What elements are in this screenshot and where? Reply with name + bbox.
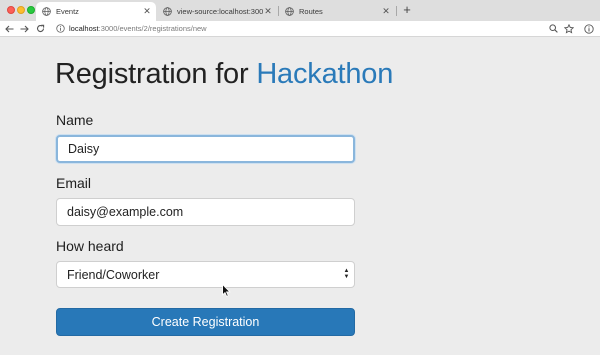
page-title: Registration for Hackathon: [55, 58, 393, 91]
bookmark-button[interactable]: [563, 22, 575, 35]
how-heard-label: How heard: [56, 238, 124, 254]
close-tab-icon[interactable]: ✕: [142, 6, 152, 17]
tab-eventz[interactable]: Eventz ✕: [36, 2, 156, 21]
globe-icon: [285, 7, 294, 16]
select-arrows-icon: ▲ ▼: [343, 268, 350, 280]
star-icon: [564, 23, 574, 34]
close-tab-icon[interactable]: ✕: [263, 6, 273, 17]
globe-icon: [42, 7, 51, 16]
page-content: Registration for Hackathon Name Email Ho…: [0, 38, 600, 355]
reload-button[interactable]: [34, 21, 46, 36]
arrow-right-icon: [20, 25, 29, 32]
arrow-left-icon: [4, 25, 13, 32]
browser-toolbar: localhost:3000/events/2/registrations/ne…: [0, 21, 600, 37]
how-heard-selected-value: Friend/Coworker: [67, 267, 160, 282]
mouse-cursor-icon: [222, 284, 231, 297]
close-window-button[interactable]: [7, 6, 15, 14]
tab-title: Routes: [299, 7, 323, 16]
back-button[interactable]: [3, 21, 15, 36]
close-tab-icon[interactable]: ✕: [381, 6, 391, 17]
tab-separator: [396, 6, 397, 16]
forward-button[interactable]: [18, 21, 30, 36]
tab-title: view-source:localhost:3000/re: [177, 7, 263, 16]
tab-title: Eventz: [56, 7, 79, 16]
url-path: :3000/events/2/registrations/new: [98, 24, 207, 33]
tab-routes[interactable]: Routes ✕: [279, 2, 395, 21]
create-registration-button[interactable]: Create Registration: [56, 308, 355, 336]
info-circle-icon: [584, 23, 594, 34]
extension-button[interactable]: [583, 22, 595, 35]
browser-tab-strip: Eventz ✕ view-source:localhost:3000/re ✕…: [0, 0, 600, 21]
email-label: Email: [56, 175, 92, 191]
globe-icon: [163, 7, 172, 16]
maximize-window-button[interactable]: [27, 6, 35, 14]
event-name: Hackathon: [256, 58, 394, 90]
page-title-prefix: Registration for: [55, 58, 257, 90]
site-info-icon[interactable]: [56, 24, 65, 33]
name-label: Name: [56, 112, 94, 128]
tab-view-source[interactable]: view-source:localhost:3000/re ✕: [157, 2, 277, 21]
url-host: localhost: [69, 24, 99, 33]
how-heard-select[interactable]: Friend/Coworker ▲ ▼: [56, 261, 355, 288]
new-tab-button[interactable]: +: [400, 3, 414, 17]
email-field[interactable]: [56, 198, 355, 226]
zoom-button[interactable]: [547, 22, 559, 35]
name-field[interactable]: [56, 135, 355, 163]
magnifier-icon: [548, 24, 558, 33]
address-bar[interactable]: localhost:3000/events/2/registrations/ne…: [56, 22, 207, 35]
minimize-window-button[interactable]: [17, 6, 25, 14]
reload-icon: [36, 24, 44, 32]
